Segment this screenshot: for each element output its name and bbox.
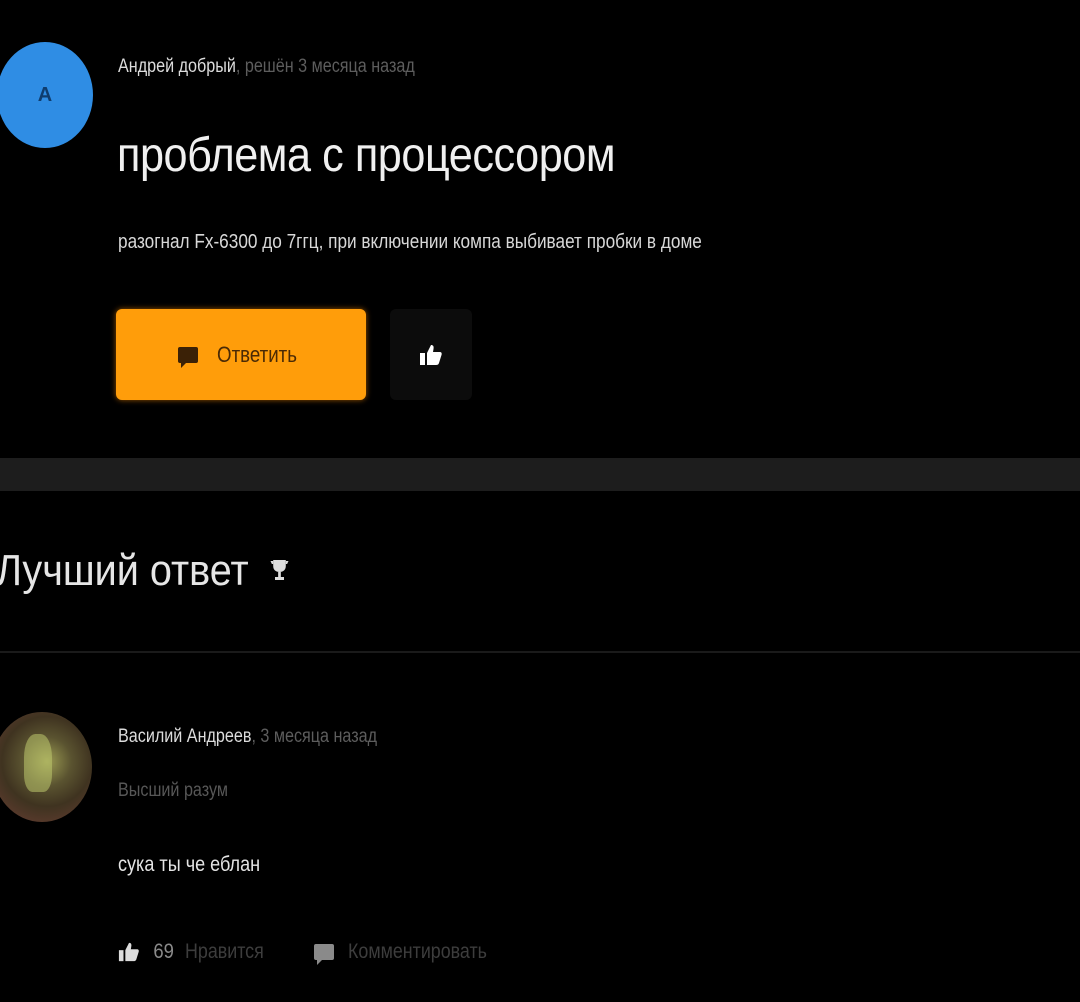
comment-label: Комментировать — [348, 940, 487, 963]
answer-button[interactable]: Ответить — [116, 309, 366, 400]
chat-icon — [314, 944, 335, 965]
question-status: , решён 3 месяца назад — [235, 56, 415, 77]
answer-author-rank: Высший разум — [118, 780, 228, 801]
thumbs-up-icon — [420, 344, 442, 365]
question-body: разогнал Fx-6300 до 7ггц, при включении … — [118, 231, 702, 253]
answer-meta: Василий Андреев, 3 месяца назад — [118, 726, 377, 748]
answer-body: сука ты че еблан — [118, 853, 261, 876]
comment-button[interactable]: Комментировать — [314, 940, 511, 965]
like-count: 69 — [153, 940, 174, 963]
trophy-icon — [270, 560, 289, 580]
answer-author-name[interactable]: Василий Андреев — [118, 726, 251, 747]
question-meta: Андрей добрый, решён 3 месяца назад — [118, 56, 415, 78]
avatar-letter: А — [37, 83, 53, 106]
best-answer-heading-text: Лучший ответ — [0, 546, 249, 595]
answer-author-avatar[interactable] — [0, 712, 92, 822]
section-divider — [0, 458, 1080, 491]
thumbs-up-icon — [118, 942, 139, 962]
like-question-button[interactable] — [390, 309, 472, 400]
answer-divider — [0, 651, 1080, 653]
question-author-name[interactable]: Андрей добрый — [118, 56, 236, 77]
question-card: А Андрей добрый, решён 3 месяца назад пр… — [0, 0, 1080, 460]
question-author-avatar[interactable]: А — [0, 42, 93, 148]
question-title: проблема с процессором — [117, 129, 616, 182]
best-answer-heading: Лучший ответ — [0, 546, 289, 596]
answer-actions: 69 Нравится Комментировать — [118, 940, 512, 965]
like-answer-button[interactable]: 69 Нравится — [118, 940, 278, 964]
answer-button-label: Ответить — [217, 341, 297, 367]
answer-time: , 3 месяца назад — [251, 726, 378, 747]
chat-icon — [177, 346, 198, 368]
like-label: Нравится — [185, 940, 265, 963]
